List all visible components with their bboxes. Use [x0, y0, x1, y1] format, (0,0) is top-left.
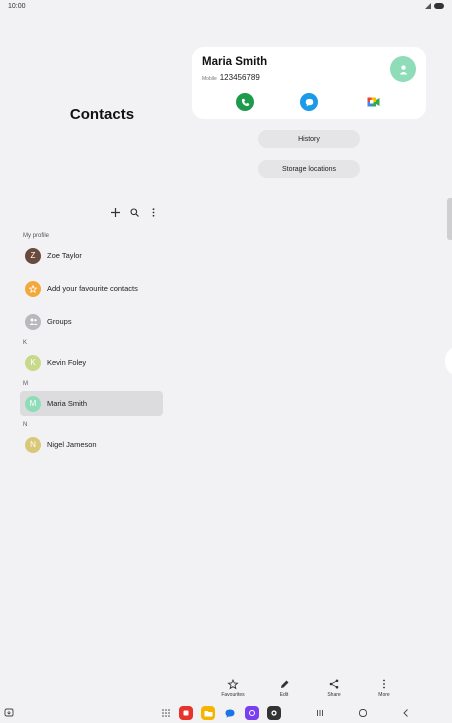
favourites-button[interactable]: Favourites — [213, 678, 253, 698]
bottom-action-bar: Favourites Edit Share More — [0, 678, 452, 700]
section-label-m: M — [23, 381, 28, 387]
camera-app-icon[interactable] — [267, 706, 281, 720]
message-icon — [305, 98, 313, 106]
page-title: Contacts — [69, 106, 135, 123]
share-button[interactable]: Share — [314, 678, 354, 698]
search-button[interactable] — [129, 205, 140, 219]
avatar: M — [25, 395, 41, 412]
status-icons — [425, 3, 444, 9]
navigation-bar — [0, 703, 452, 723]
groups-icon — [25, 313, 41, 330]
back-icon[interactable] — [400, 707, 412, 719]
avatar: N — [25, 436, 41, 453]
list-item-nigel-jameson[interactable]: N Nigel Jameson — [20, 432, 163, 457]
list-item-label: Kevin Foley — [47, 358, 87, 367]
battery-icon — [434, 3, 444, 9]
status-time: 10:00 — [8, 3, 26, 10]
more-button[interactable]: More — [364, 678, 404, 698]
contact-avatar[interactable] — [390, 56, 416, 82]
list-item-kevin-foley[interactable]: K Kevin Foley — [20, 350, 163, 375]
list-item-groups[interactable]: Groups — [20, 309, 163, 334]
avatar: K — [25, 354, 41, 371]
list-item-zoe-taylor[interactable]: Z Zoe Taylor — [20, 243, 163, 268]
share-icon — [329, 679, 339, 689]
list-item-add-favourites[interactable]: Add your favourite contacts — [20, 276, 163, 301]
pencil-icon — [281, 680, 289, 688]
phone-number[interactable]: 123456789 — [220, 73, 260, 82]
edit-label: Edit — [279, 692, 289, 698]
section-label-n: N — [23, 422, 28, 428]
contact-phone-line: Mobile 123456789 — [202, 73, 260, 82]
list-item-maria-smith[interactable]: M Maria Smith — [20, 391, 163, 416]
storage-locations-button[interactable]: Storage locations — [258, 160, 360, 178]
floating-edge-bubble[interactable] — [445, 346, 452, 376]
more-vertical-icon — [383, 679, 385, 689]
video-call-button[interactable] — [364, 93, 382, 111]
list-item-label: Add your favourite contacts — [47, 284, 138, 293]
more-label: More — [378, 692, 390, 698]
phone-type-label: Mobile — [202, 76, 217, 82]
add-contact-button[interactable] — [110, 205, 121, 219]
history-button[interactable]: History — [258, 130, 360, 148]
list-item-label: Nigel Jameson — [47, 440, 97, 449]
message-button[interactable] — [300, 93, 318, 111]
contact-card: Maria Smith Mobile 123456789 — [192, 47, 426, 119]
edge-panel-handle[interactable] — [447, 198, 452, 240]
status-bar: 10:00 — [0, 0, 452, 16]
share-label: Share — [327, 692, 341, 698]
gallery-app-icon[interactable] — [245, 706, 259, 720]
call-button[interactable] — [236, 93, 254, 111]
star-outline-icon — [227, 678, 239, 690]
messages-app-icon[interactable] — [223, 706, 237, 720]
list-item-label: Zoe Taylor — [47, 251, 82, 260]
more-options-button[interactable] — [148, 205, 159, 219]
edit-button[interactable]: Edit — [264, 678, 304, 698]
phone-icon — [241, 98, 249, 106]
section-label-my-profile: My profile — [23, 233, 50, 239]
contact-name: Maria Smith — [202, 56, 268, 68]
recent-apps-icon[interactable] — [314, 707, 326, 719]
section-label-k: K — [23, 340, 28, 346]
plus-icon — [111, 207, 120, 217]
more-vertical-icon — [152, 207, 155, 217]
list-item-label: Maria Smith — [47, 399, 88, 408]
app-icon-red[interactable] — [179, 706, 193, 720]
signal-icon — [425, 3, 431, 9]
screenshot-toolbar-icon[interactable] — [3, 707, 15, 719]
person-icon — [399, 64, 407, 74]
avatar: Z — [25, 247, 41, 264]
home-icon[interactable] — [357, 707, 369, 719]
contacts-toolbar — [110, 205, 159, 219]
video-call-icon — [367, 97, 379, 107]
list-item-label: Groups — [47, 317, 72, 326]
search-icon — [130, 207, 139, 217]
star-icon — [25, 280, 41, 297]
folder-app-icon[interactable] — [201, 706, 215, 720]
app-drawer-icon[interactable] — [160, 707, 172, 719]
favourites-label: Favourites — [221, 692, 245, 698]
